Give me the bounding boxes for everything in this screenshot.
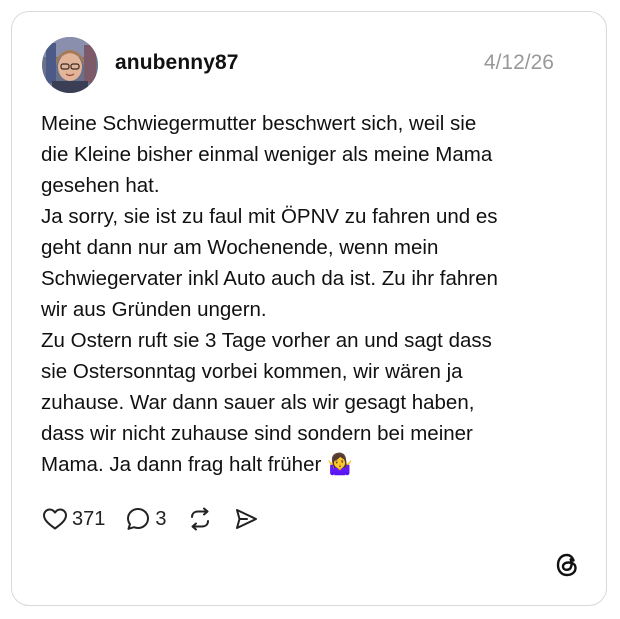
like-count: 371 [72, 507, 106, 530]
like-button[interactable]: 371 [42, 507, 105, 531]
heart-icon [42, 507, 68, 531]
reply-count: 3 [155, 507, 167, 530]
threads-logo-icon [553, 551, 581, 579]
post-date: 4/12/26 [483, 51, 554, 74]
speech-bubble-icon [125, 506, 151, 532]
send-icon [233, 506, 259, 532]
repost-icon [187, 506, 213, 532]
post-card: anubenny87 4/12/26 Meine Schwiegermutter… [11, 11, 607, 606]
username[interactable]: anubenny87 [115, 51, 239, 75]
avatar[interactable] [42, 37, 98, 93]
repost-button[interactable] [187, 506, 213, 532]
post-text: Meine Schwiegermutter beschwert sich, we… [41, 112, 498, 476]
action-bar: 371 3 [42, 504, 279, 534]
reply-button[interactable]: 3 [125, 506, 167, 532]
share-button[interactable] [233, 506, 259, 532]
